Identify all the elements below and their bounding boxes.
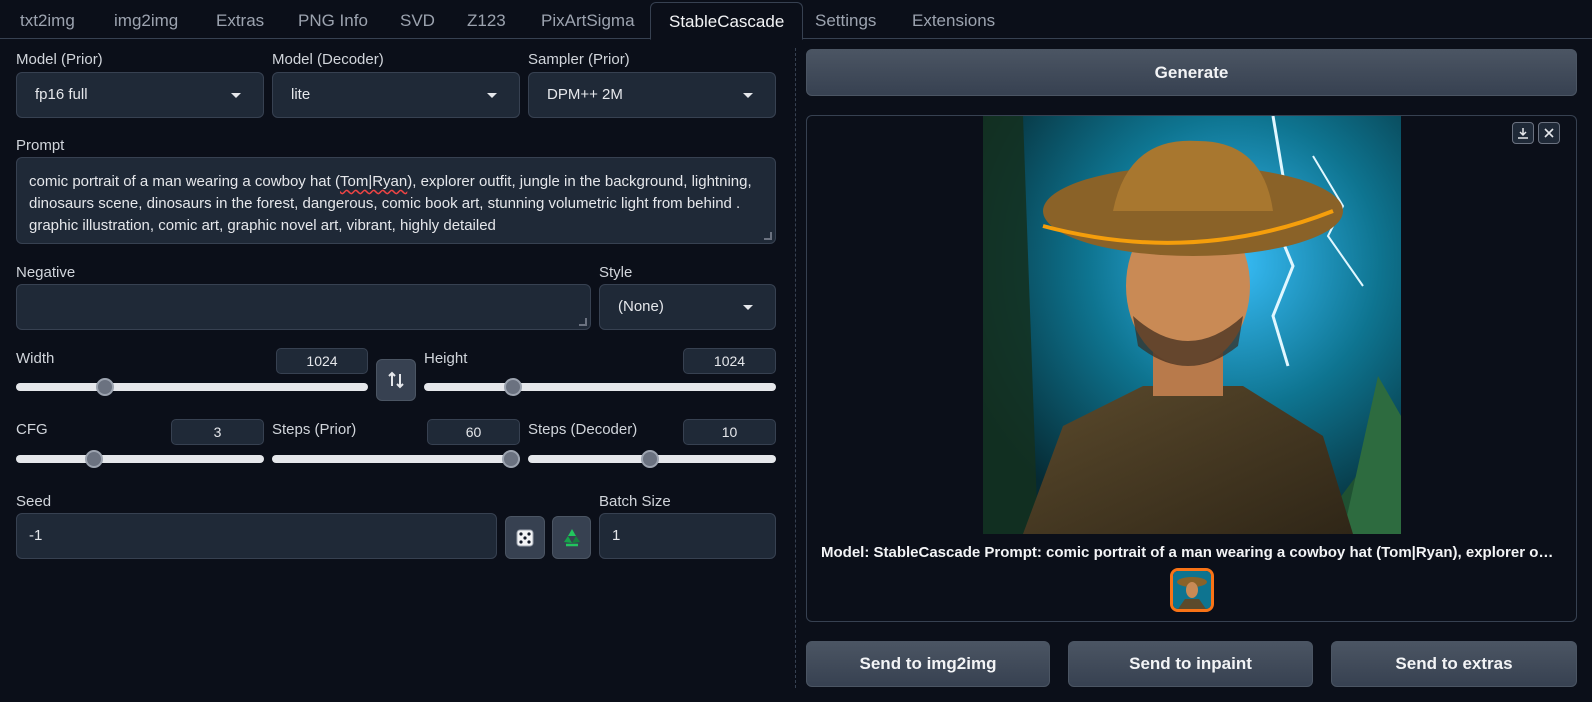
- resize-grip-icon[interactable]: [579, 318, 587, 326]
- chevron-down-icon: [231, 93, 241, 98]
- tab-extras[interactable]: Extras: [216, 2, 264, 40]
- chevron-down-icon: [487, 93, 497, 98]
- output-gallery: Model: StableCascade Prompt: comic portr…: [806, 115, 1577, 622]
- generate-button[interactable]: Generate: [806, 49, 1577, 96]
- seed-input[interactable]: -1: [16, 513, 497, 559]
- send-to-img2img-button[interactable]: Send to img2img: [806, 641, 1050, 687]
- batch-size-value: 1: [612, 527, 621, 544]
- prompt-text-misspelled: Tom|Ryan: [339, 173, 408, 190]
- resize-grip-icon[interactable]: [764, 232, 772, 240]
- tab-bar: txt2img img2img Extras PNG Info SVD Z123…: [0, 0, 1592, 40]
- seed-label: Seed: [16, 493, 52, 510]
- height-label: Height: [424, 350, 468, 367]
- cfg-slider-thumb[interactable]: [85, 450, 103, 468]
- close-icon: [1544, 128, 1554, 138]
- output-caption: Model: StableCascade Prompt: comic portr…: [821, 544, 1561, 561]
- height-number-input[interactable]: 1024: [683, 348, 776, 374]
- style-value: (None): [618, 298, 664, 315]
- steps-decoder-slider[interactable]: [528, 450, 776, 468]
- model-decoder-value: lite: [291, 86, 311, 103]
- close-button[interactable]: [1538, 122, 1560, 144]
- tab-z123[interactable]: Z123: [467, 2, 506, 40]
- download-icon: [1518, 128, 1528, 139]
- width-slider[interactable]: [16, 378, 368, 396]
- gallery-thumbnail[interactable]: [1170, 568, 1214, 612]
- steps-prior-slider-thumb[interactable]: [502, 450, 520, 468]
- tab-txt2img[interactable]: txt2img: [20, 2, 75, 40]
- style-label: Style: [599, 264, 633, 281]
- steps-decoder-number-input[interactable]: 10: [683, 419, 776, 445]
- height-slider[interactable]: [424, 378, 776, 396]
- chevron-down-icon: [743, 93, 753, 98]
- swap-dimensions-button[interactable]: [376, 359, 416, 401]
- dice-icon: [516, 529, 534, 546]
- model-prior-value: fp16 full: [35, 86, 88, 103]
- batch-size-input[interactable]: 1: [599, 513, 776, 559]
- sampler-prior-value: DPM++ 2M: [547, 86, 623, 103]
- cfg-number-input[interactable]: 3: [171, 419, 264, 445]
- height-slider-thumb[interactable]: [504, 378, 523, 396]
- prompt-label: Prompt: [16, 137, 65, 154]
- prompt-textarea[interactable]: comic portrait of a man wearing a cowboy…: [16, 157, 776, 244]
- sampler-prior-label: Sampler (Prior): [528, 51, 630, 68]
- model-decoder-dropdown[interactable]: lite: [272, 72, 520, 118]
- seed-value: -1: [29, 527, 43, 544]
- send-to-inpaint-button[interactable]: Send to inpaint: [1068, 641, 1313, 687]
- steps-decoder-slider-thumb[interactable]: [640, 450, 659, 468]
- tab-extensions[interactable]: Extensions: [912, 2, 995, 40]
- batch-size-label: Batch Size: [599, 493, 671, 510]
- steps-prior-number-input[interactable]: 60: [427, 419, 520, 445]
- generated-image[interactable]: [983, 116, 1401, 534]
- cfg-label: CFG: [16, 421, 48, 438]
- cfg-slider[interactable]: [16, 450, 264, 468]
- steps-decoder-label: Steps (Decoder): [528, 421, 638, 438]
- steps-prior-slider[interactable]: [272, 450, 520, 468]
- tab-svd[interactable]: SVD: [400, 2, 435, 40]
- chevron-down-icon: [743, 305, 753, 310]
- tab-stablecascade[interactable]: StableCascade: [650, 2, 804, 40]
- negative-textarea[interactable]: [16, 284, 591, 330]
- style-dropdown[interactable]: (None): [599, 284, 776, 330]
- thumbnail-image: [1173, 571, 1211, 609]
- width-slider-thumb[interactable]: [96, 378, 115, 396]
- sampler-prior-dropdown[interactable]: DPM++ 2M: [528, 72, 776, 118]
- model-prior-dropdown[interactable]: fp16 full: [16, 72, 264, 118]
- model-prior-label: Model (Prior): [16, 51, 103, 68]
- tab-png-info[interactable]: PNG Info: [298, 2, 368, 40]
- download-button[interactable]: [1512, 122, 1534, 144]
- recycle-icon: [563, 528, 580, 546]
- send-to-extras-button[interactable]: Send to extras: [1331, 641, 1577, 687]
- model-decoder-label: Model (Decoder): [272, 51, 384, 68]
- random-seed-button[interactable]: [505, 516, 545, 559]
- negative-label: Negative: [16, 264, 76, 281]
- tab-pixartsigma[interactable]: PixArtSigma: [541, 2, 635, 40]
- swap-arrows-icon: [388, 371, 404, 389]
- steps-prior-label: Steps (Prior): [272, 421, 357, 438]
- width-label: Width: [16, 350, 55, 367]
- prompt-text-before: comic portrait of a man wearing a cowboy…: [29, 173, 340, 190]
- width-number-input[interactable]: 1024: [276, 348, 368, 374]
- tab-img2img[interactable]: img2img: [114, 2, 178, 40]
- reuse-seed-button[interactable]: [552, 516, 591, 559]
- tab-settings[interactable]: Settings: [815, 2, 876, 40]
- panel-divider: [795, 48, 796, 688]
